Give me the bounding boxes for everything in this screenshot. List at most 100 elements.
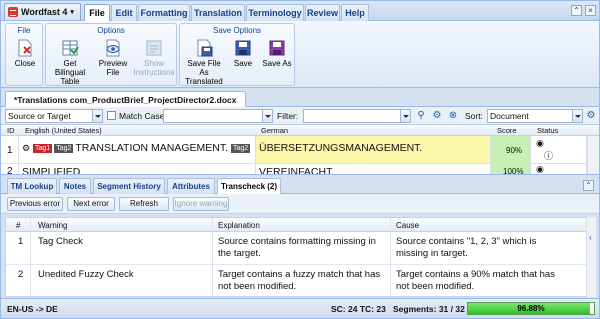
search-scope-value: Source or Target xyxy=(8,111,71,121)
previous-error-button[interactable]: Previous error xyxy=(7,197,63,211)
row-1-status: ◉ ⓘ xyxy=(531,136,587,164)
save-as-icon xyxy=(269,40,285,56)
language-pair: EN-US -> DE xyxy=(7,304,58,314)
save-translated-label-1: Save File As xyxy=(187,59,221,77)
collapse-panel-icon[interactable]: ⌃ xyxy=(583,180,594,191)
tab-segment-history[interactable]: Segment History xyxy=(93,178,165,194)
grid-header: ID English (United States) German Score … xyxy=(1,125,599,136)
save-label: Save xyxy=(233,59,253,68)
tab-review[interactable]: Review xyxy=(305,4,340,21)
warning-explanation-line2: not been modified. xyxy=(218,281,297,292)
chevron-down-icon xyxy=(262,110,272,122)
group-options: Options Get Bilingual Table Preview File xyxy=(45,23,177,86)
match-case-checkbox[interactable] xyxy=(107,111,116,120)
save-translated-icon xyxy=(197,39,213,57)
tag2-marker: Tag2 xyxy=(54,143,74,153)
save-translated-label-2: Translated xyxy=(185,77,223,86)
instructions-label-1: Show xyxy=(143,59,164,68)
segments-progress-label: Segments: 31 / 32 xyxy=(393,304,465,314)
warning-num: 1 xyxy=(18,236,24,247)
warning-row[interactable]: 1 Tag Check Source contains formatting m… xyxy=(6,232,586,265)
chevron-down-icon xyxy=(572,110,582,122)
tab-terminology[interactable]: Terminology xyxy=(246,4,304,21)
transcheck-toolbar: Previous error Next error Refresh Ignore… xyxy=(1,194,599,214)
close-icon[interactable]: × xyxy=(585,5,596,16)
close-document-button[interactable]: Close xyxy=(10,39,40,68)
save-icon xyxy=(235,40,251,56)
filter-settings-icon[interactable]: ⚙ xyxy=(431,110,443,122)
tab-edit[interactable]: Edit xyxy=(111,4,137,21)
col-cause: Cause xyxy=(396,221,420,230)
row-1-score: 90% xyxy=(491,136,531,164)
save-as-translated-button[interactable]: Save File As Translated xyxy=(182,39,226,86)
save-button[interactable]: Save xyxy=(228,39,258,68)
sort-value: Document xyxy=(490,111,529,121)
progress-text: 96.88% xyxy=(517,304,545,313)
clear-filter-icon[interactable]: ⊗ xyxy=(447,110,459,122)
app-menu-button[interactable]: Wordfast 4 ▾ xyxy=(4,3,81,20)
get-bilingual-table-button[interactable]: Get Bilingual Table xyxy=(48,39,92,86)
wordfast-logo-icon xyxy=(8,7,18,17)
next-error-button[interactable]: Next error xyxy=(67,197,115,211)
row-1-target[interactable]: ÜBERSETZUNGSMANAGEMENT. xyxy=(256,136,491,164)
tab-notes[interactable]: Notes xyxy=(59,178,91,194)
tag2-end-marker: Tag2 xyxy=(230,143,251,153)
close-label: Close xyxy=(14,59,36,68)
col-status: Status xyxy=(537,126,559,135)
group-options-title: Options xyxy=(97,26,125,35)
ribbon-tab-bar: Wordfast 4 ▾ File Edit Formatting Transl… xyxy=(1,1,599,21)
preview-label-2: File xyxy=(106,68,120,77)
tag1-marker: Tag1 xyxy=(33,143,53,153)
filter-bar: Source or Target Match Case Filter: ⚲ ⚙ … xyxy=(1,107,599,125)
chevron-down-icon xyxy=(92,110,102,122)
status-pin-icon: ◉ xyxy=(536,164,544,174)
row-2-target[interactable]: VEREINFACHT. xyxy=(256,164,491,174)
tab-tm-lookup[interactable]: TM Lookup xyxy=(7,178,57,194)
ignore-warning-button[interactable]: Ignore warning xyxy=(173,197,229,211)
document-tab[interactable]: *Translations com_ProductBrief_ProjectDi… xyxy=(5,91,246,107)
preview-file-button[interactable]: Preview File xyxy=(94,39,132,77)
wordfast-window: Wordfast 4 ▾ File Edit Formatting Transl… xyxy=(0,0,600,319)
row-1-id: 1 xyxy=(1,136,19,164)
group-save-title: Save Options xyxy=(212,26,262,35)
tab-attributes[interactable]: Attributes xyxy=(167,178,215,194)
side-panel-expand-icon[interactable]: ‹ xyxy=(589,233,592,242)
warning-icon: ⓘ xyxy=(544,151,554,161)
warnings-scrollbar[interactable] xyxy=(586,217,596,297)
row-1-source[interactable]: ⚙ Tag1 Tag2 TRANSLATION MANAGEMENT. Tag2 xyxy=(19,136,256,164)
warning-explanation-line1: Source contains formatting missing in xyxy=(218,236,376,247)
row-2-source[interactable]: SIMPLIFIED. xyxy=(19,164,256,174)
bilingual-label-1: Get Bilingual xyxy=(54,59,86,77)
col-id: ID xyxy=(7,126,15,135)
save-as-label: Save As xyxy=(262,59,292,68)
sort-settings-icon[interactable]: ⚙ xyxy=(585,110,597,122)
collapse-ribbon-icon[interactable]: ⌃ xyxy=(571,5,582,16)
row-2-score: 100% xyxy=(491,164,531,174)
bilingual-label-2: Table xyxy=(60,77,80,86)
group-save-options: Save Options Save File As Translated Sav… xyxy=(179,23,295,86)
filter-input[interactable] xyxy=(303,109,411,123)
search-scope-select[interactable]: Source or Target xyxy=(5,109,103,123)
tab-file[interactable]: File xyxy=(84,4,110,21)
warning-explanation-line1: Target contains a fuzzy match that has xyxy=(218,269,381,280)
tab-transcheck[interactable]: Transcheck (2) xyxy=(217,178,281,194)
segment-counts: SC: 24 TC: 23 xyxy=(331,304,386,314)
search-icon[interactable]: ⚲ xyxy=(415,110,427,122)
instructions-icon xyxy=(146,40,162,56)
refresh-button[interactable]: Refresh xyxy=(119,197,169,211)
warnings-header: # Warning Explanation Cause xyxy=(6,218,586,232)
sort-select[interactable]: Document xyxy=(487,109,583,123)
bilingual-table-icon xyxy=(62,40,79,56)
tab-formatting[interactable]: Formatting xyxy=(138,4,190,21)
tab-help[interactable]: Help xyxy=(341,4,369,21)
tab-translation[interactable]: Translation xyxy=(191,4,245,21)
segment-grid: ID English (United States) German Score … xyxy=(1,125,599,175)
search-input[interactable] xyxy=(163,109,273,123)
grid-scrollbar[interactable] xyxy=(587,136,599,174)
show-instructions-button[interactable]: Show Instructions xyxy=(132,39,176,77)
row-1-source-text: TRANSLATION MANAGEMENT. xyxy=(75,142,229,154)
warning-row[interactable]: 2 Unedited Fuzzy Check Target contains a… xyxy=(6,265,586,296)
preview-icon xyxy=(106,39,120,57)
save-as-button[interactable]: Save As xyxy=(260,39,294,68)
preview-label-1: Preview xyxy=(98,59,128,68)
